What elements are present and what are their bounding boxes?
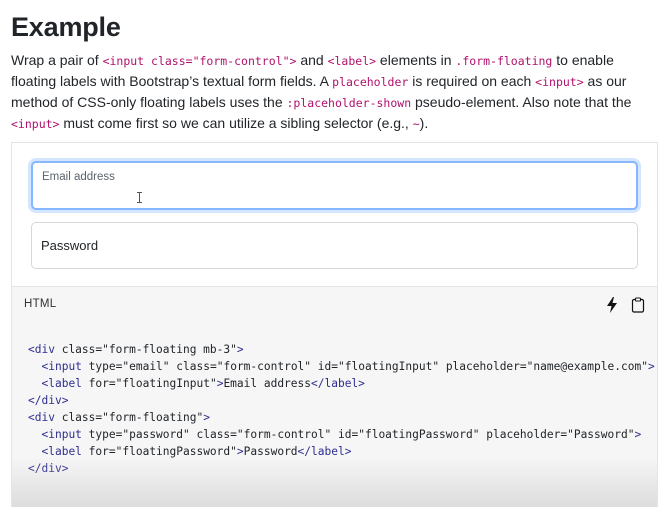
inline-code: :placeholder-shown <box>286 96 412 110</box>
inline-code: <input class="form-control"> <box>102 54 297 68</box>
clipboard-icon[interactable] <box>631 297 645 313</box>
description-paragraph: Wrap a pair of <input class="form-contro… <box>11 50 657 134</box>
inline-code: <input> <box>535 75 584 89</box>
code-line: </div> <box>28 394 69 407</box>
description-text: and <box>296 52 328 68</box>
password-floating-label: Password <box>41 238 99 253</box>
code-line: <input type="password" class="form-contr… <box>41 428 642 441</box>
inline-code: .form-floating <box>455 54 553 68</box>
code-line: <label for="floatingPassword">Password</… <box>41 445 352 458</box>
code-snippet-header: HTML <box>11 286 658 323</box>
inline-code: placeholder <box>332 75 409 89</box>
lightning-icon[interactable] <box>605 297 619 313</box>
code-line: <div class="form-floating"> <box>28 411 210 424</box>
inline-code: <input> <box>11 117 60 131</box>
description-text: ). <box>419 115 429 131</box>
page: Example Wrap a pair of <input class="for… <box>0 0 659 507</box>
example-preview: Email address Password <box>11 142 658 286</box>
email-floating-label: Email address <box>42 171 115 183</box>
description-text: must come first so we can utilize a sibl… <box>59 115 413 131</box>
description-text: Wrap a pair of <box>11 52 103 68</box>
code-block: <div class="form-floating mb-3"> <input … <box>28 341 655 477</box>
code-line: </div> <box>28 462 69 475</box>
text-cursor-icon <box>137 192 144 203</box>
code-line: <div class="form-floating mb-3"> <box>28 343 244 356</box>
description-text: elements in <box>376 52 456 68</box>
code-language-label: HTML <box>24 298 57 310</box>
description-text: pseudo-element. Also note that the <box>411 94 632 110</box>
description-text: is required on each <box>408 73 536 89</box>
code-line: <input type="email" class="form-control"… <box>41 360 655 373</box>
code-line: <label for="floatingInput">Email address… <box>41 377 365 390</box>
password-floating-field[interactable]: Password <box>31 222 638 269</box>
email-floating-field[interactable]: Email address <box>31 161 638 210</box>
inline-code: ~ <box>412 117 420 131</box>
code-snippet-body[interactable]: <div class="form-floating mb-3"> <input … <box>11 323 658 507</box>
email-input[interactable] <box>42 189 627 205</box>
inline-code: <label> <box>327 54 377 68</box>
page-title: Example <box>11 12 121 42</box>
